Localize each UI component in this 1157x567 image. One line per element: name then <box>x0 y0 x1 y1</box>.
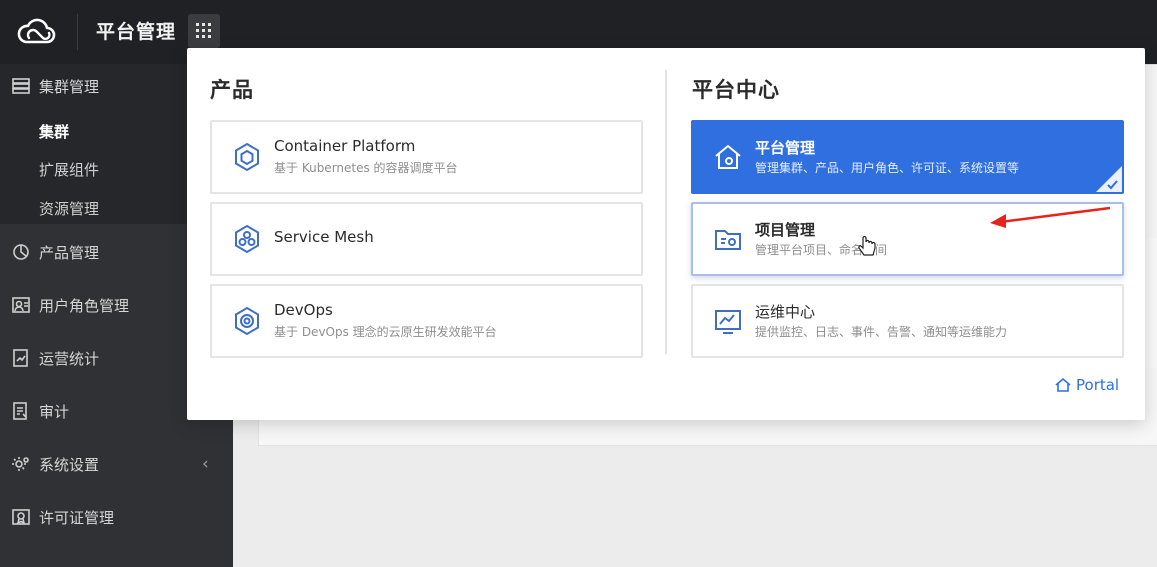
sidebar-item-label: 用户角色管理 <box>39 296 130 315</box>
product-card-container-platform[interactable]: Container Platform 基于 Kubernetes 的容器调度平台 <box>210 120 643 194</box>
platform-section-title: 平台中心 <box>692 78 780 102</box>
chevron-left-icon[interactable]: ‹ <box>202 454 209 474</box>
sidebar-item-label: 产品管理 <box>39 243 100 262</box>
sidebar-subitem-extensions[interactable]: 扩展组件 <box>39 159 99 180</box>
settings-icon <box>12 457 29 471</box>
card-title: Container Platform <box>274 137 416 155</box>
grid-menu-icon <box>196 23 211 38</box>
card-title: 运维中心 <box>755 303 816 321</box>
devops-icon <box>235 306 259 336</box>
product-switcher-panel: 产品 平台中心 Container Platform 基于 Kubernetes… <box>187 48 1145 420</box>
platform-manage-icon <box>715 144 741 169</box>
sidebar-subitem-resources[interactable]: 资源管理 <box>39 198 99 219</box>
sidebar-item-label: 运营统计 <box>39 349 100 368</box>
topbar-title: 平台管理 <box>96 21 177 43</box>
cloud-logo-icon[interactable] <box>16 16 58 48</box>
sidebar-item-label: 许可证管理 <box>39 508 115 527</box>
audit-icon <box>13 402 27 420</box>
portal-label: Portal <box>1076 376 1120 394</box>
card-description: 管理集群、产品、用户角色、许可证、系统设置等 <box>755 161 1020 175</box>
card-description: 基于 Kubernetes 的容器调度平台 <box>274 161 458 175</box>
products-section-title: 产品 <box>210 78 254 102</box>
sidebar-item-products[interactable]: 产品管理 <box>12 240 99 264</box>
card-description: 提供监控、日志、事件、告警、通知等运维能力 <box>755 325 1008 339</box>
grid-menu-button[interactable] <box>188 14 220 48</box>
portal-link[interactable]: Portal <box>1055 376 1119 394</box>
product-card-service-mesh[interactable]: Service Mesh <box>210 202 643 276</box>
sidebar-item-cluster[interactable]: 集群管理 <box>12 74 99 98</box>
sidebar-item-audit[interactable]: 审计 <box>12 399 69 423</box>
container-platform-icon <box>235 142 259 172</box>
hand-cursor-icon <box>858 236 876 256</box>
selected-check-icon <box>1096 166 1122 192</box>
sidebar-item-user-roles[interactable]: 用户角色管理 <box>12 293 129 317</box>
product-card-devops[interactable]: DevOps 基于 DevOps 理念的云原生研发效能平台 <box>210 284 643 358</box>
sidebar-subitem-cluster[interactable]: 集群 <box>39 121 69 142</box>
home-icon <box>1055 377 1071 392</box>
sidebar-item-label: 系统设置 <box>39 455 100 474</box>
ops-center-icon <box>715 310 741 334</box>
platform-card-ops-center[interactable]: 运维中心 提供监控、日志、事件、告警、通知等运维能力 <box>691 284 1124 358</box>
statistics-icon <box>13 349 28 367</box>
license-icon <box>12 509 30 525</box>
sidebar-item-label: 审计 <box>39 402 70 421</box>
card-title: 平台管理 <box>755 139 816 157</box>
project-manage-icon <box>715 230 741 250</box>
sidebar-item-label: 集群管理 <box>39 77 100 96</box>
platform-card-project-manage[interactable]: 项目管理 管理平台项目、命名空间 <box>691 202 1124 276</box>
cluster-icon <box>12 78 30 94</box>
section-divider <box>665 70 667 354</box>
card-title: 项目管理 <box>755 221 816 239</box>
card-title: Service Mesh <box>274 228 374 246</box>
card-description: 基于 DevOps 理念的云原生研发效能平台 <box>274 325 497 339</box>
platform-card-platform-manage[interactable]: 平台管理 管理集群、产品、用户角色、许可证、系统设置等 <box>691 120 1124 194</box>
sidebar-item-settings[interactable]: 系统设置 <box>12 452 99 476</box>
service-mesh-icon <box>235 224 259 254</box>
sidebar-item-license[interactable]: 许可证管理 <box>12 505 114 529</box>
user-role-icon <box>12 297 30 313</box>
topbar-divider <box>77 14 78 50</box>
sidebar-item-statistics[interactable]: 运营统计 <box>12 346 99 370</box>
card-title: DevOps <box>274 301 333 319</box>
product-icon <box>13 244 29 260</box>
